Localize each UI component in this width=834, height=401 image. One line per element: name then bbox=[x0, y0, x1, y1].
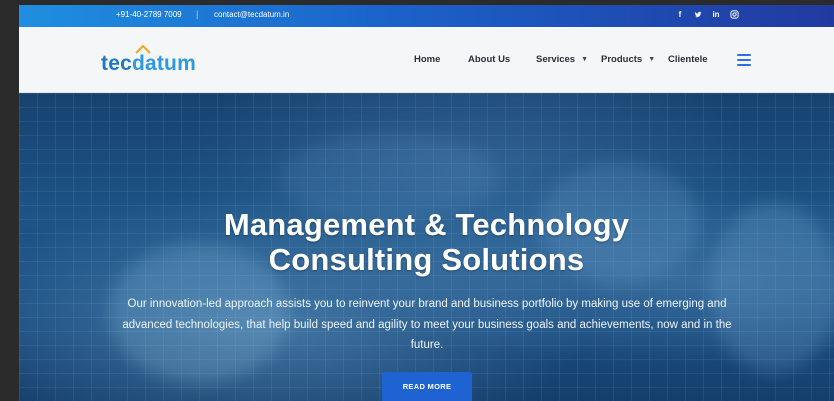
hero-banner: Management & Technology Consulting Solut… bbox=[19, 93, 834, 401]
nav-services-label: Services bbox=[536, 54, 576, 65]
hero-title: Management & Technology Consulting Solut… bbox=[19, 207, 834, 277]
nav-products-label: Products bbox=[601, 54, 643, 65]
menu-hamburger-icon[interactable] bbox=[737, 54, 751, 66]
hero-description: Our innovation-led approach assists you … bbox=[122, 298, 732, 351]
nav-products[interactable]: Products ▼ bbox=[601, 54, 655, 65]
hero-title-line-2: Consulting Solutions bbox=[268, 242, 585, 277]
nav-about-us[interactable]: About Us bbox=[468, 54, 510, 65]
nav-home-label: Home bbox=[414, 54, 441, 65]
topbar-separator: | bbox=[196, 9, 199, 19]
read-more-button[interactable]: READ MORE bbox=[382, 372, 472, 401]
logo-text-datum: datum bbox=[131, 52, 196, 75]
nav-home[interactable]: Home bbox=[414, 54, 440, 65]
social-links: f in bbox=[675, 9, 739, 20]
nav-clientele-label: Clientele bbox=[668, 54, 708, 65]
phone-number[interactable]: +91-40-2789 7009 bbox=[116, 10, 182, 19]
logo-text-tec: tec bbox=[101, 52, 132, 75]
site-header: tecdatum Home About Us Services ▼ Produc… bbox=[19, 27, 834, 93]
nav-about-us-label: About Us bbox=[468, 54, 511, 65]
browser-viewport: +91-40-2789 7009 | contact@tecdatum.in f… bbox=[19, 5, 834, 401]
twitter-icon[interactable] bbox=[693, 9, 703, 20]
top-bar: +91-40-2789 7009 | contact@tecdatum.in f… bbox=[19, 5, 834, 27]
nav-services[interactable]: Services ▼ bbox=[536, 54, 588, 65]
tecdatum-logo[interactable]: tecdatum bbox=[101, 44, 211, 78]
chevron-down-icon: ▼ bbox=[648, 56, 656, 63]
hero-title-line-1: Management & Technology bbox=[223, 207, 630, 242]
linkedin-icon[interactable]: in bbox=[711, 9, 721, 20]
instagram-icon[interactable] bbox=[729, 9, 739, 20]
facebook-icon[interactable]: f bbox=[675, 9, 685, 20]
email-link[interactable]: contact@tecdatum.in bbox=[214, 10, 289, 19]
chevron-down-icon: ▼ bbox=[581, 56, 589, 63]
nav-clientele[interactable]: Clientele bbox=[668, 54, 708, 65]
